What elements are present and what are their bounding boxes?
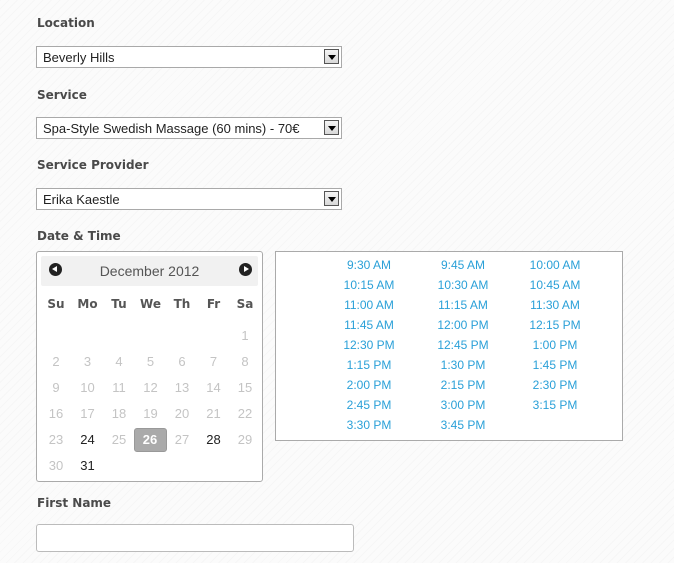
time-slot-link[interactable]: 2:45 PM — [324, 398, 414, 412]
calendar-day-unavailable: 29 — [237, 432, 253, 447]
time-slot-link[interactable]: 11:30 AM — [510, 298, 600, 312]
calendar-day-unavailable: 18 — [111, 406, 127, 421]
calendar-day-unavailable: 16 — [48, 406, 64, 421]
calendar-day-unavailable: 6 — [178, 354, 186, 369]
calendar-day-unavailable: 30 — [48, 458, 64, 473]
time-slot-link[interactable]: 2:15 PM — [418, 378, 508, 392]
calendar-day-unavailable: 15 — [237, 380, 253, 395]
calendar-day-unavailable: 20 — [174, 406, 190, 421]
calendar-day-unavailable: 11 — [112, 380, 126, 395]
calendar-day-unavailable: 23 — [48, 432, 64, 447]
calendar-widget: December 2012 Su Mo Tu We Th Fr Sa 1 2 3 4 5 6 7 8 9 10 1… — [36, 251, 263, 482]
calendar-day-unavailable: 19 — [143, 406, 158, 421]
time-slot-link[interactable]: 10:30 AM — [418, 278, 508, 292]
time-slot-link[interactable]: 10:15 AM — [324, 278, 414, 292]
first-name-label: First Name — [37, 496, 112, 510]
first-name-input[interactable] — [36, 524, 354, 552]
time-slot-link[interactable]: 1:30 PM — [418, 358, 508, 372]
time-slot-link[interactable]: 12:15 PM — [510, 318, 600, 332]
dropdown-arrow-icon[interactable] — [324, 49, 339, 64]
date-time-label: Date & Time — [37, 229, 121, 243]
calendar-day-unavailable: 12 — [143, 380, 158, 395]
calendar-day-unavailable: 4 — [115, 354, 123, 369]
calendar-header: December 2012 — [41, 256, 258, 286]
calendar-day-unavailable: 13 — [174, 380, 190, 395]
location-select-value: Beverly Hills — [43, 50, 115, 65]
weekday-header: Su — [47, 297, 65, 311]
time-slot-link[interactable]: 1:15 PM — [324, 358, 414, 372]
chevron-right-icon[interactable] — [239, 263, 252, 276]
service-provider-label: Service Provider — [37, 158, 149, 172]
time-slot-link[interactable]: 10:45 AM — [510, 278, 600, 292]
service-label: Service — [37, 88, 87, 102]
time-slot-link[interactable]: 12:45 PM — [418, 338, 508, 352]
weekday-header: Fr — [206, 297, 221, 311]
service-select[interactable]: Spa-Style Swedish Massage (60 mins) - 70… — [36, 117, 342, 139]
time-slot-link[interactable]: 1:45 PM — [510, 358, 600, 372]
dropdown-arrow-icon[interactable] — [324, 191, 339, 206]
calendar-day-unavailable: 9 — [52, 380, 60, 395]
time-slot-link[interactable]: 12:00 PM — [418, 318, 508, 332]
weekday-header: Mo — [77, 297, 98, 311]
calendar-day-available[interactable]: 24 — [74, 432, 102, 447]
calendar-day-unavailable: 10 — [80, 380, 95, 395]
time-slot-link[interactable]: 2:00 PM — [324, 378, 414, 392]
location-select[interactable]: Beverly Hills — [36, 46, 342, 68]
location-label: Location — [37, 16, 95, 30]
calendar-day-available[interactable]: 28 — [200, 432, 228, 447]
service-select-value: Spa-Style Swedish Massage (60 mins) - 70… — [43, 121, 300, 136]
weekday-header: Th — [173, 297, 191, 311]
calendar-day-unavailable: 8 — [241, 354, 249, 369]
time-slots-panel: 9:30 AM 9:45 AM 10:00 AM 10:15 AM 10:30 AM 10… — [275, 251, 623, 441]
time-slot-link[interactable]: 11:45 AM — [324, 318, 414, 332]
calendar-day-selected[interactable]: 26 — [133, 428, 167, 452]
dropdown-arrow-icon[interactable] — [324, 120, 339, 135]
time-slot-link[interactable]: 10:00 AM — [510, 258, 600, 272]
time-slot-link[interactable]: 3:15 PM — [510, 398, 600, 412]
calendar-day-unavailable: 7 — [209, 354, 218, 369]
calendar-day-unavailable: 17 — [80, 406, 95, 421]
service-provider-select[interactable]: Erika Kaestle — [36, 188, 342, 210]
calendar-day-unavailable: 5 — [146, 354, 155, 369]
calendar-day-unavailable: 14 — [206, 380, 221, 395]
time-slot-link[interactable]: 9:45 AM — [418, 258, 508, 272]
calendar-day-unavailable: 25 — [111, 432, 127, 447]
time-slot-link[interactable]: 3:45 PM — [418, 418, 508, 432]
time-slot-link[interactable]: 1:00 PM — [510, 338, 600, 352]
calendar-day-unavailable: 2 — [52, 354, 60, 369]
weekday-header: Sa — [236, 297, 254, 311]
weekday-header: Tu — [111, 297, 127, 311]
calendar-day-unavailable: 27 — [174, 432, 190, 447]
service-provider-select-value: Erika Kaestle — [43, 192, 120, 207]
time-slot-link[interactable]: 11:00 AM — [324, 298, 414, 312]
calendar-day-available[interactable]: 31 — [74, 458, 102, 473]
time-slot-link[interactable]: 2:30 PM — [510, 378, 600, 392]
calendar-month-title: December 2012 — [99, 263, 200, 279]
time-slot-link[interactable]: 3:30 PM — [324, 418, 414, 432]
time-slot-link[interactable]: 3:00 PM — [418, 398, 508, 412]
time-slot-link[interactable]: 12:30 PM — [324, 338, 414, 352]
time-slot-link[interactable]: 11:15 AM — [418, 298, 508, 312]
weekday-header: We — [140, 297, 161, 311]
calendar-day-unavailable: 22 — [237, 406, 253, 421]
calendar-day-unavailable: 1 — [241, 328, 249, 343]
calendar-day-unavailable: 21 — [206, 406, 221, 421]
calendar-day-unavailable: 3 — [83, 354, 92, 369]
time-slot-link[interactable]: 9:30 AM — [324, 258, 414, 272]
